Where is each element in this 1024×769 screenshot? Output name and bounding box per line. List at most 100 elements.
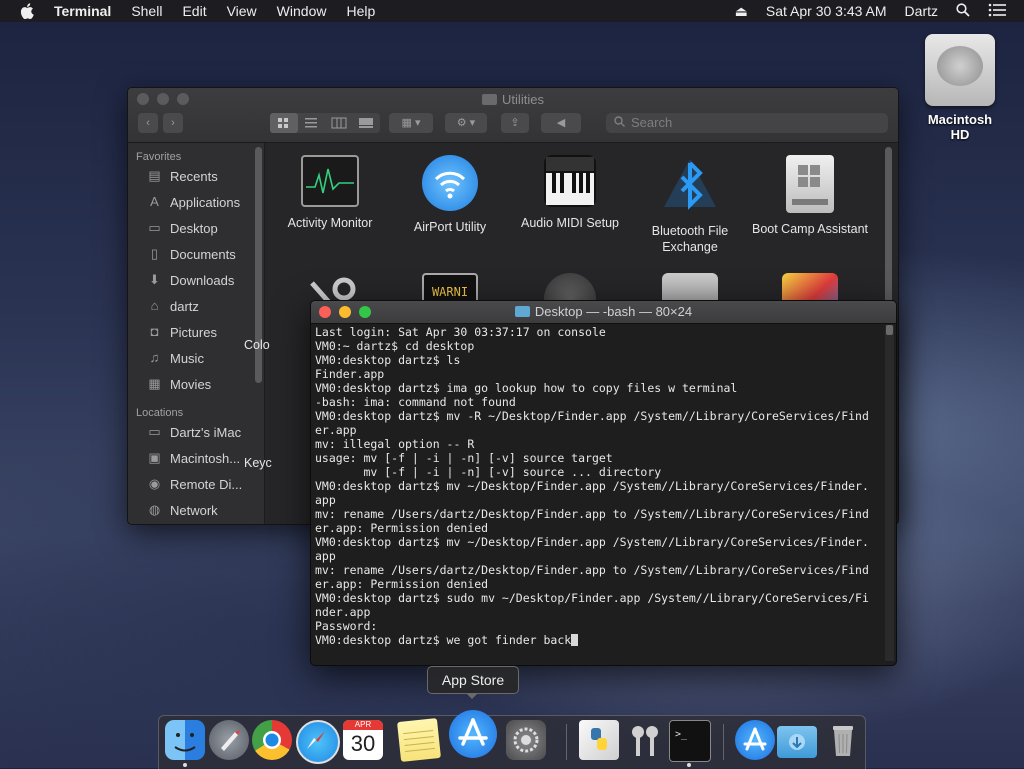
forward-button[interactable]: › xyxy=(163,113,183,133)
menu-datetime[interactable]: Sat Apr 30 3:43 AM xyxy=(766,3,887,19)
python-launcher-icon[interactable] xyxy=(579,720,619,760)
group-by-button[interactable]: ▦ ▾ xyxy=(389,113,433,133)
finder-running-indicator xyxy=(183,763,187,767)
app-bluetooth-file-exchange[interactable]: Bluetooth File Exchange xyxy=(630,155,750,255)
terminal-output[interactable]: Last login: Sat Apr 30 03:37:17 on conso… xyxy=(315,325,880,661)
menu-user[interactable]: Dartz xyxy=(905,3,938,19)
view-mode-control[interactable] xyxy=(270,113,380,133)
finder-title: Utilities xyxy=(128,92,898,107)
launchpad-icon[interactable] xyxy=(209,720,249,760)
finder-titlebar[interactable]: Utilities ‹ › ▦ ▾ ⚙ ▾ ⇪ ◀ Search xyxy=(128,88,898,143)
hard-drive-icon: ▣ xyxy=(148,450,161,465)
terminal-line: VM0:desktop dartz$ mv -R ~/Desktop/Finde… xyxy=(315,409,869,423)
menu-app-name[interactable]: Terminal xyxy=(54,0,111,22)
notes-icon[interactable] xyxy=(397,718,441,762)
terminal-line: VM0:desktop dartz$ mv ~/Desktop/Finder.a… xyxy=(315,535,869,549)
spotlight-icon[interactable] xyxy=(956,2,970,20)
apple-icon[interactable] xyxy=(20,3,34,19)
terminal-window: Desktop — -bash — 80×24 Last login: Sat … xyxy=(310,300,897,666)
safari-icon[interactable] xyxy=(296,720,340,764)
terminal-line: VM0:desktop dartz$ we got finder back xyxy=(315,633,880,647)
terminal-line: Password: xyxy=(315,619,378,633)
app-activity-monitor[interactable]: Activity Monitor xyxy=(270,155,390,231)
dock: APR 30 >_ xyxy=(158,710,866,769)
eject-icon[interactable]: ⏏ xyxy=(735,3,748,20)
search-icon xyxy=(614,113,625,133)
terminal-running-indicator xyxy=(687,763,691,767)
menu-shell[interactable]: Shell xyxy=(131,0,162,22)
sidebar-item-imac[interactable]: ▭ Dartz's iMac xyxy=(128,419,264,445)
sidebar-item-recents[interactable]: ▤ Recents xyxy=(128,163,264,189)
terminal-line: VM0:desktop dartz$ sudo mv ~/Desktop/Fin… xyxy=(315,591,869,605)
network-icon: ◍ xyxy=(148,502,161,517)
sidebar-item-applications[interactable]: A Applications xyxy=(128,189,264,215)
finder-icon[interactable] xyxy=(165,720,205,760)
downloads-folder-icon[interactable] xyxy=(777,726,817,758)
dock-separator xyxy=(723,724,724,760)
terminal-line: VM0:desktop dartz$ mv ~/Desktop/Finder.a… xyxy=(315,479,869,493)
keychain-access-icon[interactable] xyxy=(625,720,665,760)
sidebar-item-documents[interactable]: ▯ Documents xyxy=(128,241,264,267)
action-gear-button[interactable]: ⚙ ▾ xyxy=(445,113,487,133)
sidebar-item-network[interactable]: ◍ Network xyxy=(128,497,264,523)
back-button[interactable]: ‹ xyxy=(138,113,158,133)
scrollbar-knob[interactable] xyxy=(886,325,893,335)
sidebar-item-downloads[interactable]: ⬇ Downloads xyxy=(128,267,264,293)
disc-icon: ◉ xyxy=(148,476,161,491)
audio-midi-icon xyxy=(544,155,596,207)
menu-window[interactable]: Window xyxy=(277,0,327,22)
tags-button[interactable]: ◀ xyxy=(541,113,581,133)
finder-search-field[interactable]: Search xyxy=(606,113,888,133)
terminal-line: er.app: Permission denied xyxy=(315,521,489,535)
terminal-line: Last login: Sat Apr 30 03:37:17 on conso… xyxy=(315,325,606,339)
app-boot-camp-assistant[interactable]: Boot Camp Assistant xyxy=(750,155,870,237)
menu-bar: Terminal Shell Edit View Window Help ⏏ S… xyxy=(0,0,1024,22)
terminal-line: Finder.app xyxy=(315,367,385,381)
terminal-line: mv: illegal option -- R xyxy=(315,437,475,451)
menu-view[interactable]: View xyxy=(227,0,257,22)
desktop-icon: ▭ xyxy=(148,220,161,235)
app-airport-utility[interactable]: AirPort Utility xyxy=(390,155,510,235)
app-audio-midi-setup[interactable]: Audio MIDI Setup xyxy=(510,155,630,231)
menu-edit[interactable]: Edit xyxy=(182,0,206,22)
menu-help[interactable]: Help xyxy=(346,0,375,22)
terminal-scrollbar[interactable] xyxy=(885,325,894,661)
app-store-folder-icon[interactable] xyxy=(735,720,775,760)
calendar-icon[interactable]: APR 30 xyxy=(343,720,383,760)
activity-monitor-icon xyxy=(301,155,359,207)
sidebar-item-movies[interactable]: ▦ Movies xyxy=(128,371,264,397)
applications-icon: A xyxy=(150,194,159,209)
sidebar-favorites-heading: Favorites xyxy=(136,151,182,163)
terminal-line: -bash: ima: command not found xyxy=(315,395,516,409)
folder-icon xyxy=(514,306,530,317)
terminal-line: VM0:desktop dartz$ ls xyxy=(315,353,461,367)
trash-icon[interactable] xyxy=(823,720,863,760)
folder-icon xyxy=(482,94,498,105)
terminal-line: VM0:~ dartz$ cd desktop xyxy=(315,339,475,353)
airport-utility-icon xyxy=(422,155,478,211)
sidebar-item-remote-disc[interactable]: ◉ Remote Di... xyxy=(128,471,264,497)
calendar-month: APR xyxy=(343,720,383,730)
terminal-line: app xyxy=(315,493,336,507)
recents-icon: ▤ xyxy=(148,168,161,183)
sidebar-item-home[interactable]: ⌂ dartz xyxy=(128,293,264,319)
app-store-icon[interactable] xyxy=(449,710,497,758)
terminal-title: Desktop — -bash — 80×24 xyxy=(311,304,896,319)
system-preferences-icon[interactable] xyxy=(506,720,546,760)
sidebar-item-desktop[interactable]: ▭ Desktop xyxy=(128,215,264,241)
share-button[interactable]: ⇪ xyxy=(501,113,529,133)
svg-text:>_: >_ xyxy=(675,729,688,740)
desktop-macintosh-hd[interactable]: Macintosh HD xyxy=(918,34,1002,142)
text-cursor xyxy=(571,634,579,646)
terminal-line: mv [-f | -i | -n] [-v] source ... direct… xyxy=(315,465,662,479)
chrome-icon[interactable] xyxy=(252,720,292,760)
terminal-icon[interactable]: >_ xyxy=(669,720,711,762)
notification-center-icon[interactable] xyxy=(988,3,1006,20)
bluetooth-icon xyxy=(660,155,720,215)
documents-icon: ▯ xyxy=(150,246,159,261)
desktop-macintosh-hd-label: Macintosh HD xyxy=(927,112,993,142)
terminal-line: app xyxy=(315,549,336,563)
terminal-line: mv: rename /Users/dartz/Desktop/Finder.a… xyxy=(315,563,869,577)
terminal-line: er.app: Permission denied xyxy=(315,577,489,591)
terminal-titlebar[interactable]: Desktop — -bash — 80×24 xyxy=(311,301,896,324)
